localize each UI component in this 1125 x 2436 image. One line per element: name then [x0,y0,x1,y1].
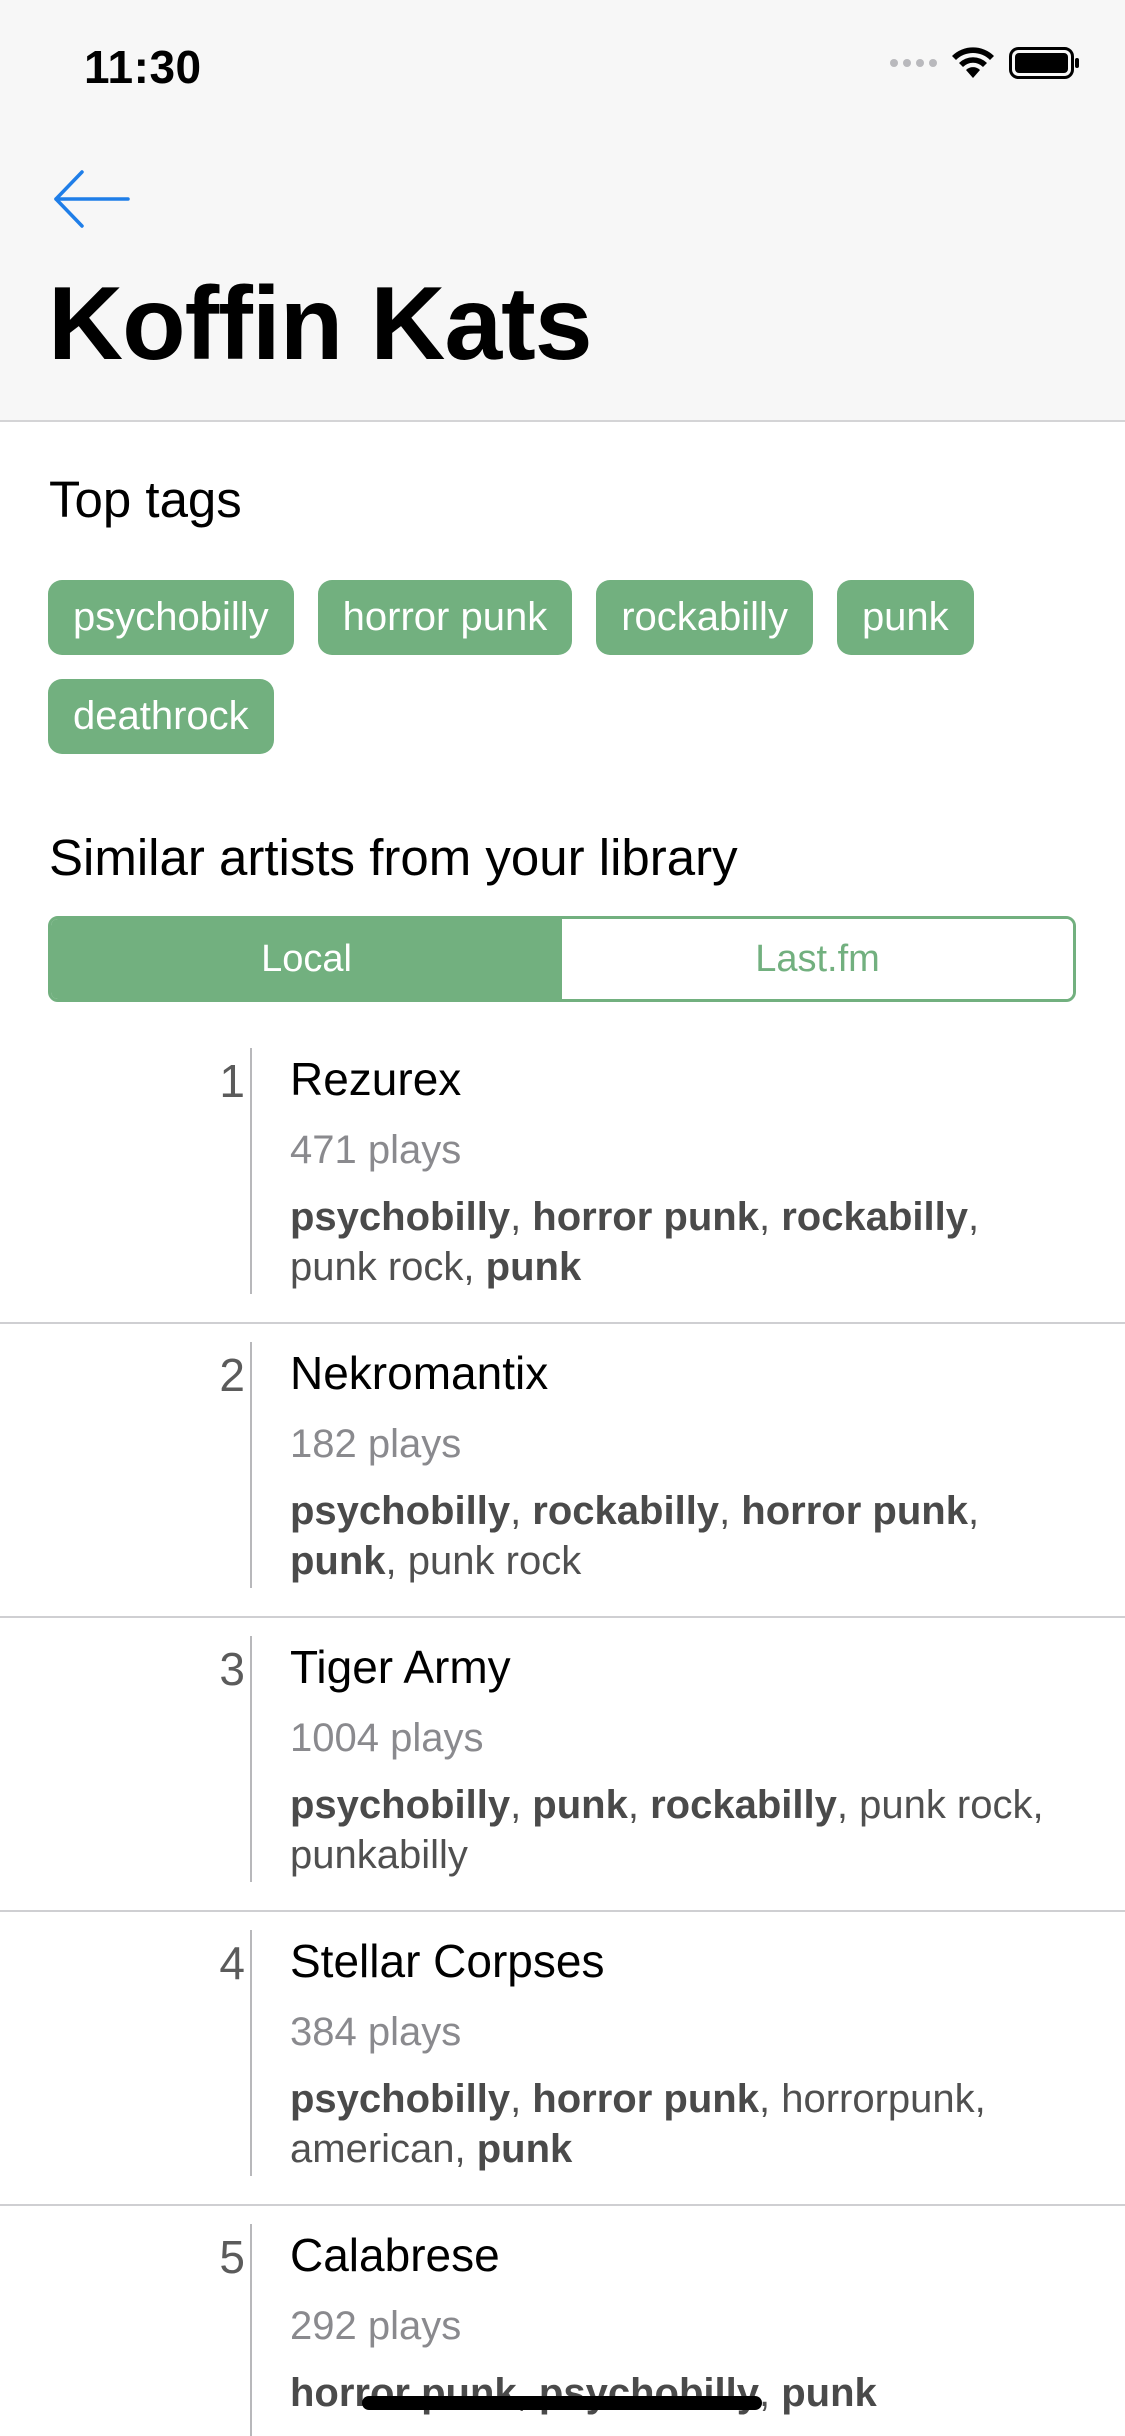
artist-name: Tiger Army [290,1641,511,1693]
artist-plays: 471 plays [290,1128,462,1172]
artist-tag: punk rock [859,1783,1033,1827]
tag-chip[interactable]: rockabilly [596,580,813,655]
tag-separator: , [510,1489,533,1533]
artist-tag: rockabilly [650,1783,837,1827]
artist-name: Nekromantix [290,1347,549,1399]
source-segmented-control: Local Last.fm [48,916,1076,1002]
artist-tag: horror punk [532,2077,759,2121]
tag-separator: , [510,1783,533,1827]
row-divider [250,2224,252,2436]
artist-screen: 11:30 Koffin Kats Top tags psychobilly h… [0,0,1125,2436]
page-title: Koffin Kats [48,266,593,382]
artist-row[interactable]: 2 Nekromantix 182 plays psychobilly, rockab… [0,1324,1125,1618]
back-button[interactable] [50,162,134,236]
artist-tag: punk rock [290,1245,464,1289]
tag-separator: , [385,1539,408,1583]
artist-plays: 292 plays [290,2304,462,2348]
segment-local[interactable]: Local [51,919,562,999]
tag-separator: , [1032,1783,1044,1827]
artist-name: Rezurex [290,1053,462,1105]
wifi-icon [952,47,994,78]
similar-artists-list: 1 Rezurex 471 plays psychobilly, horror pun… [0,1030,1125,2436]
artist-rank: 3 [219,1643,245,1695]
artist-tag: punk [781,2371,877,2415]
tag-chip[interactable]: deathrock [48,679,274,754]
tag-separator: , [627,1783,651,1827]
artist-tags: psychobilly, horror punk, horrorpunk, am… [290,2074,1050,2174]
status-indicators [890,46,1081,80]
cellular-signal-icon [890,59,937,67]
artist-tag: punk [476,2127,573,2171]
artist-tags: psychobilly, rockabilly, horror punk, pu… [290,1486,1050,1586]
arrow-left-icon [54,170,130,228]
top-tags-heading: Top tags [49,471,242,528]
tag-chip[interactable]: horror punk [317,580,573,655]
artist-tag: rockabilly [781,1195,968,1239]
artist-tag: horror punk [532,1195,759,1239]
row-divider [250,1636,252,1882]
artist-tag: rockabilly [532,1489,720,1533]
artist-tag: psychobilly [290,1783,511,1827]
artist-tag: psychobilly [290,1489,511,1533]
home-indicator[interactable] [362,2396,762,2410]
artist-tags: horror punk, psychobilly, punk [290,2368,1050,2418]
similar-artists-heading: Similar artists from your library [49,829,738,886]
row-divider [250,1930,252,2176]
artist-name: Calabrese [290,2229,500,2281]
artist-tag: punk [290,1539,386,1583]
tag-separator: , [510,1195,533,1239]
tag-separator: , [836,1783,860,1827]
artist-tags: psychobilly, horror punk, rockabilly, pu… [290,1192,1050,1292]
row-divider [250,1342,252,1588]
tag-chip[interactable]: psychobilly [48,580,294,655]
artist-tag: punk [485,1245,582,1289]
artist-row[interactable]: 3 Tiger Army 1004 plays psychobilly, punk, … [0,1618,1125,1912]
tag-separator: , [967,1489,980,1533]
tag-separator: , [510,2077,533,2121]
tag-separator: , [454,2127,477,2171]
navigation-header: 11:30 Koffin Kats [0,0,1125,422]
artist-tag: punk rock [407,1539,582,1583]
artist-tag: american [290,2127,455,2171]
status-time: 11:30 [84,41,202,93]
tag-separator: , [758,2077,782,2121]
artist-plays: 182 plays [290,1422,462,1466]
artist-tags: psychobilly, punk, rockabilly, punk rock… [290,1780,1050,1880]
row-divider [250,1048,252,1294]
tag-chip[interactable]: punk [836,580,974,655]
top-tags-list: psychobilly horror punk rockabilly punk … [48,580,1088,754]
artist-row[interactable]: 4 Stellar Corpses 384 plays psychobilly, ho… [0,1912,1125,2206]
artist-rank: 5 [219,2231,245,2283]
artist-row[interactable]: 1 Rezurex 471 plays psychobilly, horror pun… [0,1030,1125,1324]
battery-icon [1009,47,1079,79]
artist-name: Stellar Corpses [290,1935,605,1987]
tag-separator: , [758,1195,782,1239]
artist-tag: psychobilly [290,2077,511,2121]
artist-tag: punkabilly [290,1833,468,1877]
tag-separator: , [758,2371,782,2415]
artist-plays: 1004 plays [290,1716,484,1760]
artist-tag: punk [532,1783,628,1827]
tag-separator: , [974,2077,986,2121]
tag-separator: , [967,1195,980,1239]
artist-tag: psychobilly [290,1195,511,1239]
artist-plays: 384 plays [290,2010,462,2054]
artist-rank: 1 [219,1055,245,1107]
artist-rank: 4 [219,1937,245,1989]
artist-tag: horror punk [741,1489,968,1533]
segment-lastfm[interactable]: Last.fm [562,919,1073,999]
artist-tag: horrorpunk [781,2077,975,2121]
tag-separator: , [719,1489,742,1533]
artist-rank: 2 [219,1349,245,1401]
tag-separator: , [463,1245,486,1289]
